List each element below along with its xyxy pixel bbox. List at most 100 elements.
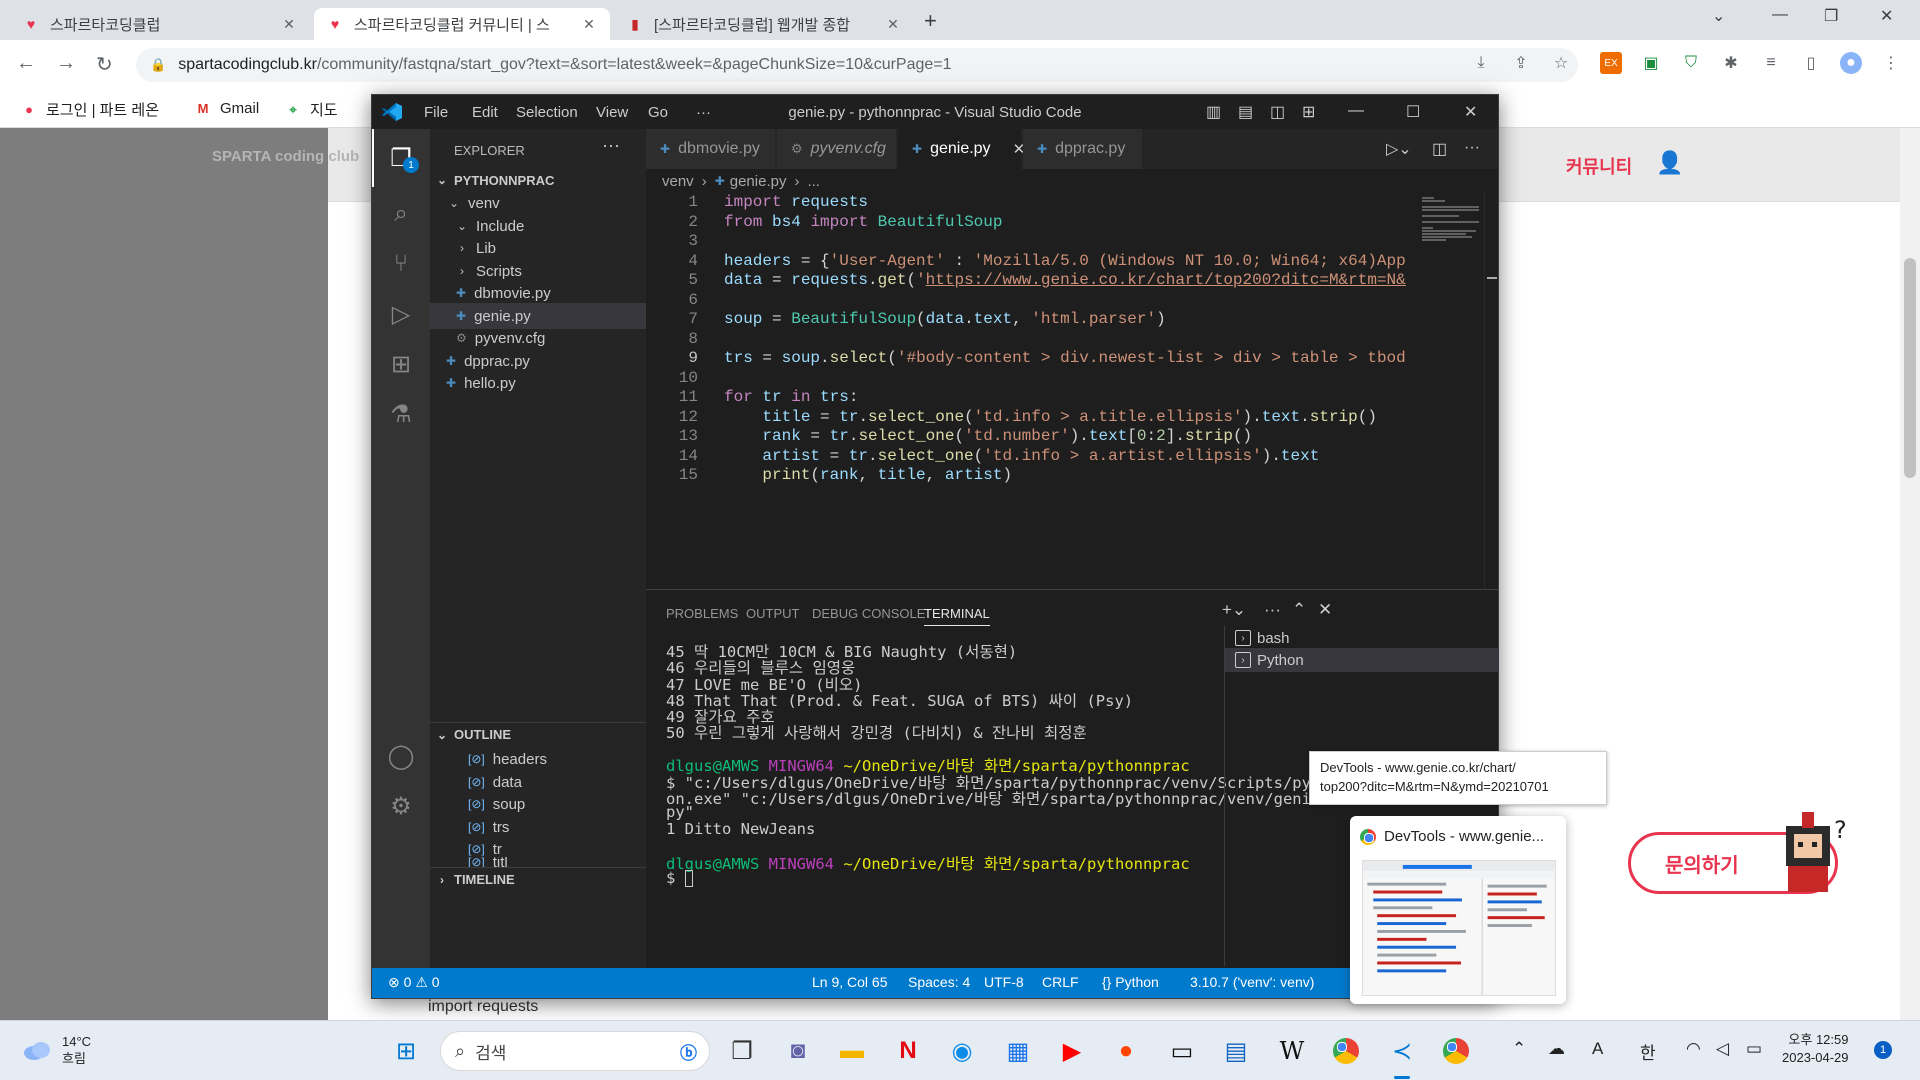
profile-avatar[interactable]: ● — [1840, 52, 1862, 74]
python-interpreter[interactable]: 3.10.7 ('venv': venv) — [1190, 974, 1314, 990]
notepad-icon[interactable]: ▤ — [1218, 1033, 1254, 1069]
timeline-section-header[interactable]: › TIMELINE — [430, 867, 646, 891]
panel-more-icon[interactable]: ··· — [1264, 600, 1281, 620]
chrome-menu-icon[interactable]: ⋮ — [1880, 52, 1902, 74]
tab-genie[interactable]: ✚ genie.py ✕ — [898, 129, 1025, 169]
browser-tab-2[interactable]: ♥ 스파르타코딩클럽 커뮤니티 | 스 ✕ — [314, 8, 610, 40]
language-status[interactable]: {} Python — [1102, 974, 1159, 990]
minimap[interactable] — [1416, 193, 1486, 253]
extension-green-icon[interactable]: ▣ — [1640, 52, 1662, 74]
tab-search-icon[interactable]: ⌄ — [1712, 6, 1725, 26]
tab-pyvenv[interactable]: ⚙ pyvenv.cfg — [777, 129, 897, 169]
editor-more-icon[interactable]: ··· — [1464, 139, 1480, 157]
install-icon[interactable]: ⤓ — [1470, 52, 1492, 74]
run-file-icon[interactable]: ▷⌄ — [1386, 139, 1412, 159]
weather-widget[interactable]: 14°C 흐림 — [22, 1033, 91, 1067]
edge-icon[interactable]: ◉ — [944, 1033, 980, 1069]
youtube-icon[interactable]: ▶ — [1054, 1033, 1090, 1069]
panel-tab-terminal[interactable]: TERMINAL — [924, 606, 990, 626]
vscode-minimize-icon[interactable]: — — [1348, 102, 1364, 120]
store-icon[interactable]: ▦ — [1000, 1033, 1036, 1069]
wifi-icon[interactable]: ◠ — [1686, 1039, 1701, 1059]
editor-scrollbar[interactable] — [1484, 193, 1498, 589]
breadcrumb-file[interactable]: genie.py — [730, 173, 787, 190]
search-icon[interactable]: ⌕ — [385, 198, 417, 230]
breadcrumb-symbol[interactable]: ... — [807, 173, 820, 190]
start-menu-icon[interactable]: ⊞ — [388, 1033, 424, 1069]
terminal-app-icon[interactable]: ▭ — [1164, 1033, 1200, 1069]
bookmark-maps[interactable]: ⌖ 지도 — [284, 99, 337, 120]
side-panel-icon[interactable]: ▯ — [1800, 52, 1822, 74]
site-logo[interactable]: SPARTA coding club — [212, 148, 359, 165]
nav-community-link[interactable]: 커뮤니티 — [1566, 153, 1632, 179]
indentation-status[interactable]: Spaces: 4 — [908, 974, 970, 990]
share-icon[interactable]: ⇪ — [1510, 52, 1532, 74]
reddit-icon[interactable]: ● — [1108, 1033, 1144, 1069]
show-hidden-icons[interactable]: ⌃ — [1512, 1039, 1526, 1059]
scrollbar-thumb[interactable] — [1904, 258, 1916, 478]
vscode-close-icon[interactable]: ✕ — [1464, 102, 1477, 122]
settings-gear-icon[interactable]: ⚙ — [385, 790, 417, 822]
language-indicator[interactable]: 한 — [1640, 1039, 1656, 1064]
close-tab-icon[interactable]: ✕ — [884, 16, 902, 33]
testing-icon[interactable]: ⚗ — [385, 398, 417, 430]
browser-tab-3[interactable]: ▮ [스파르타코딩클럽] 웹개발 종합 ✕ — [614, 8, 914, 40]
extensions-icon[interactable]: ⊞ — [385, 348, 417, 380]
terminal-item-python[interactable]: › Python — [1225, 648, 1499, 672]
menu-go[interactable]: Go — [648, 104, 668, 121]
customize-layout-icon[interactable]: ⊞ — [1302, 102, 1315, 122]
taskbar-search[interactable]: ⌕ 검색 ⓑ — [440, 1031, 710, 1071]
forward-icon[interactable]: → — [56, 52, 76, 75]
vscode-taskbar-icon[interactable]: ≺ — [1384, 1033, 1420, 1069]
terminal-input-line[interactable]: $ — [666, 869, 693, 889]
chrome-taskbar-icon-2[interactable] — [1438, 1033, 1474, 1069]
bookmark-patreon[interactable]: ● 로그인 | 파트 레온 — [20, 99, 159, 120]
system-clock[interactable]: 오후 12:59 2023-04-29 — [1782, 1031, 1849, 1067]
window-preview[interactable]: DevTools - www.genie... — [1350, 816, 1566, 1004]
outline-item[interactable]: [⊘] titl — [468, 857, 508, 867]
tab-dbmovie[interactable]: ✚ dbmovie.py — [646, 129, 776, 169]
accounts-icon[interactable]: ◯ — [385, 740, 417, 772]
extensions-puzzle-icon[interactable]: ✱ — [1720, 52, 1742, 74]
toggle-secondary-sidebar-icon[interactable]: ◫ — [1270, 102, 1285, 122]
volume-icon[interactable]: ◁ — [1716, 1039, 1729, 1059]
source-control-icon[interactable]: ⑂ — [385, 248, 417, 280]
notification-badge[interactable]: 1 — [1874, 1041, 1892, 1059]
ime-mode-icon[interactable]: A — [1592, 1039, 1603, 1059]
encoding-status[interactable]: UTF-8 — [984, 974, 1024, 990]
menu-file[interactable]: File — [424, 104, 448, 121]
task-view-icon[interactable]: ❐ — [724, 1033, 760, 1069]
file-explorer-icon[interactable]: ▬ — [834, 1033, 870, 1069]
panel-tab-debug-console[interactable]: DEBUG CONSOLE — [812, 606, 925, 621]
code-line[interactable]: 15 print(rank, title, artist) — [646, 466, 1406, 490]
breadcrumb-folder[interactable]: venv — [662, 173, 694, 190]
terminal-item-bash[interactable]: › bash — [1225, 626, 1499, 650]
vscode-maximize-icon[interactable]: ☐ — [1406, 102, 1420, 122]
restore-icon[interactable]: ❐ — [1824, 6, 1838, 26]
media-control-icon[interactable]: ≡ — [1760, 52, 1782, 74]
close-panel-icon[interactable]: ✕ — [1318, 600, 1332, 620]
chrome-taskbar-icon[interactable] — [1328, 1033, 1364, 1069]
menu-view[interactable]: View — [596, 104, 628, 121]
outline-section-header[interactable]: ⌄ OUTLINE — [430, 722, 646, 746]
menu-more[interactable]: ··· — [696, 104, 711, 121]
run-debug-icon[interactable]: ▷ — [385, 298, 417, 330]
explorer-more-icon[interactable]: ··· — [602, 135, 620, 156]
page-scrollbar[interactable] — [1900, 128, 1920, 1020]
back-icon[interactable]: ← — [16, 52, 36, 75]
wikipedia-icon[interactable]: W — [1274, 1033, 1310, 1069]
menu-edit[interactable]: Edit — [472, 104, 498, 121]
toggle-sidebar-icon[interactable]: ▥ — [1206, 102, 1221, 122]
address-bar[interactable]: 🔒 spartacodingclub.kr/community/fastqna/… — [136, 48, 1578, 82]
minimize-icon[interactable]: — — [1772, 6, 1788, 24]
menu-selection[interactable]: Selection — [516, 104, 578, 121]
cloud-sync-icon[interactable]: ☁ — [1548, 1039, 1565, 1059]
close-tab-icon[interactable]: ✕ — [280, 16, 298, 33]
new-terminal-icon[interactable]: +⌄ — [1222, 600, 1246, 620]
eol-status[interactable]: CRLF — [1042, 974, 1079, 990]
close-tab-icon[interactable]: ✕ — [580, 16, 598, 33]
problems-status[interactable]: ⊗ 0 ⚠ 0 — [388, 974, 440, 991]
browser-tab-1[interactable]: ♥ 스파르타코딩클럽 ✕ — [10, 8, 310, 40]
toggle-panel-icon[interactable]: ▤ — [1238, 102, 1253, 122]
bookmark-gmail[interactable]: M Gmail — [194, 99, 260, 117]
